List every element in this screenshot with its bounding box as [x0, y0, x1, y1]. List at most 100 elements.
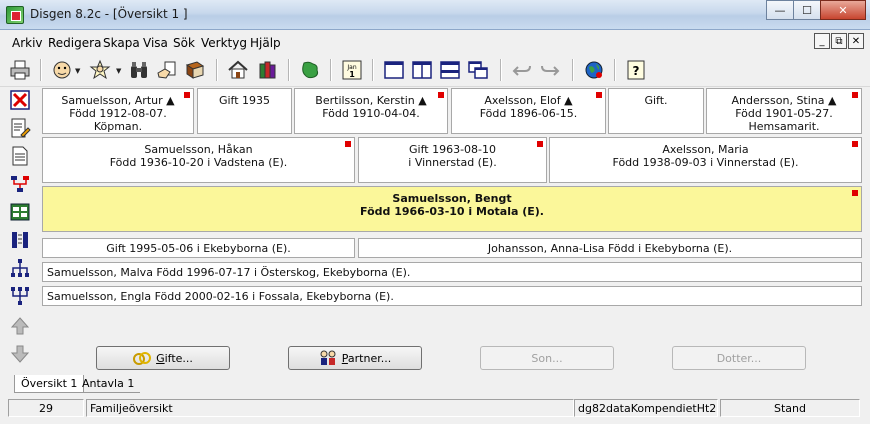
menu-skapa[interactable]: Skapa [103, 36, 140, 50]
toolbar-separator [330, 59, 332, 81]
svg-text:1: 1 [349, 70, 355, 79]
son-label: Son... [531, 351, 563, 365]
mother-card[interactable]: Axelsson, Maria Född 1938-09-03 i Vinner… [549, 137, 862, 183]
menu-arkiv[interactable]: Arkiv [12, 36, 43, 50]
person-name: Axelsson, Elof ▲ [484, 94, 573, 107]
close-button[interactable]: ✕ [820, 0, 866, 20]
book-icon[interactable] [183, 58, 207, 82]
dotter-button[interactable]: Dotter... [672, 346, 806, 370]
map-icon[interactable] [298, 58, 322, 82]
tab-oversikt-1[interactable]: Översikt 1 [14, 375, 85, 393]
tree-chart-icon[interactable] [8, 172, 32, 196]
rings-icon [133, 352, 152, 365]
menu-visa[interactable]: Visa [143, 36, 168, 50]
grandparent-card[interactable]: Samuelsson, Artur ▲ Född 1912-08-07. Köp… [42, 88, 194, 134]
person-name: Andersson, Stina ▲ [731, 94, 837, 107]
menu-sok[interactable]: Sök [173, 36, 195, 50]
horizontal-split-icon[interactable] [438, 58, 462, 82]
undo-icon[interactable] [510, 58, 534, 82]
delete-icon[interactable] [8, 88, 32, 112]
hand-document-icon[interactable] [155, 58, 179, 82]
home-icon[interactable] [226, 58, 250, 82]
svg-text:?: ? [633, 64, 640, 78]
grandparent-card[interactable]: Axelsson, Elof ▲ Född 1896-06-15. [451, 88, 606, 134]
menu-bar: Arkiv Redigera Skapa Visa Sök Verktyg Hj… [0, 31, 870, 53]
note-flag [184, 92, 190, 98]
minimize-button[interactable]: — [766, 0, 794, 20]
child-row[interactable]: Samuelsson, Engla Född 2000-02-16 i Foss… [42, 286, 862, 306]
note-flag [537, 141, 543, 147]
marriage-card[interactable]: Gift 1995-05-06 i Ekebyborna (E). [42, 238, 355, 258]
menu-hjalp[interactable]: Hjälp [250, 36, 281, 50]
status-view: Familjeöversikt [86, 399, 574, 417]
two-pane-icon[interactable] [410, 58, 434, 82]
person-birth: Född 1912-08-07. [69, 107, 167, 120]
note-flag [852, 92, 858, 98]
couple-icon [320, 350, 336, 365]
cascade-icon[interactable] [466, 58, 490, 82]
gifte-button[interactable]: Gifte... [96, 346, 230, 370]
mdi-restore-button[interactable]: ⧉ [831, 33, 847, 49]
marriage-text: Gift 1935 [218, 94, 271, 107]
maximize-button[interactable]: ☐ [793, 0, 821, 20]
partner-text: Johansson, Anna-Lisa Född i Ekebyborna (… [487, 242, 733, 255]
menu-verktyg[interactable]: Verktyg [201, 36, 247, 50]
redo-icon[interactable] [538, 58, 562, 82]
move-up-icon[interactable] [8, 314, 32, 338]
star-dropdown-icon[interactable]: ▼ [116, 67, 121, 75]
toolbar-separator [372, 59, 374, 81]
help-icon[interactable]: ? [624, 58, 648, 82]
father-card[interactable]: Samuelsson, Håkan Född 1936-10-20 i Vads… [42, 137, 355, 183]
status-count: 29 [8, 399, 84, 417]
mdi-close-button[interactable]: ✕ [848, 33, 864, 49]
descendant-tree-icon[interactable] [8, 256, 32, 280]
grandparents-marriage-card[interactable]: Gift. [608, 88, 704, 134]
status-bar: 29 Familjeöversikt dg82dataKompendietHt2… [0, 398, 870, 418]
child-text: Samuelsson, Engla Född 2000-02-16 i Foss… [47, 290, 394, 303]
toolbar-separator [572, 59, 574, 81]
window-controls: — ☐ ✕ [766, 0, 866, 20]
note-flag [596, 92, 602, 98]
calendar-icon[interactable]: Jan 1 [340, 58, 364, 82]
note-flag [852, 141, 858, 147]
document-icon[interactable] [8, 144, 32, 168]
ancestor-tree-icon[interactable] [8, 284, 32, 308]
person-birth: Född 1910-04-04. [322, 107, 420, 120]
edit-note-icon[interactable] [8, 116, 32, 140]
toolbar-separator [40, 59, 42, 81]
child-row[interactable]: Samuelsson, Malva Född 1996-07-17 i Öste… [42, 262, 862, 282]
person-dropdown-icon[interactable]: ▼ [75, 67, 80, 75]
binoculars-icon[interactable] [127, 58, 151, 82]
globe-icon[interactable] [582, 58, 606, 82]
toolbar-separator [614, 59, 616, 81]
person-name: Bertilsson, Kerstin ▲ [315, 94, 427, 107]
family-table-icon[interactable] [8, 200, 32, 224]
mdi-controls: _ ⧉ ✕ [814, 33, 864, 49]
note-flag [438, 92, 444, 98]
partner-card[interactable]: Johansson, Anna-Lisa Född i Ekebyborna (… [358, 238, 862, 258]
mdi-minimize-button[interactable]: _ [814, 33, 830, 49]
partner-button[interactable]: Partner... [288, 346, 422, 370]
list-columns-icon[interactable] [8, 228, 32, 252]
person-birth: Född 1938-09-03 i Vinnerstad (E). [612, 156, 799, 169]
single-pane-icon[interactable] [382, 58, 406, 82]
grandparent-card[interactable]: Andersson, Stina ▲ Född 1901-05-27. Hems… [706, 88, 862, 134]
marriage-text: Gift 1995-05-06 i Ekebyborna (E). [106, 242, 291, 255]
grandparent-card[interactable]: Bertilsson, Kerstin ▲ Född 1910-04-04. [294, 88, 448, 134]
parents-marriage-card[interactable]: Gift 1963-08-10 i Vinnerstad (E). [358, 137, 547, 183]
marriage-place: i Vinnerstad (E). [408, 156, 497, 169]
tab-antavla-1[interactable]: Antavla 1 [76, 375, 141, 393]
move-down-icon[interactable] [8, 342, 32, 366]
books-icon[interactable] [256, 58, 280, 82]
person-birth: Född 1901-05-27. [735, 107, 833, 120]
focus-person-card[interactable]: Samuelsson, Bengt Född 1966-03-10 i Mota… [42, 186, 862, 232]
window-title: Disgen 8.2c - [Översikt 1 ] [30, 7, 188, 21]
menu-redigera[interactable]: Redigera [48, 36, 101, 50]
title-bar: Disgen 8.2c - [Översikt 1 ] — ☐ ✕ [0, 0, 870, 30]
son-button[interactable]: Son... [480, 346, 614, 370]
person-star-icon[interactable] [88, 58, 112, 82]
person-birth: Född 1936-10-20 i Vadstena (E). [109, 156, 288, 169]
printer-icon[interactable] [8, 58, 32, 82]
grandparents-marriage-card[interactable]: Gift 1935 [197, 88, 292, 134]
person-icon[interactable] [50, 58, 74, 82]
